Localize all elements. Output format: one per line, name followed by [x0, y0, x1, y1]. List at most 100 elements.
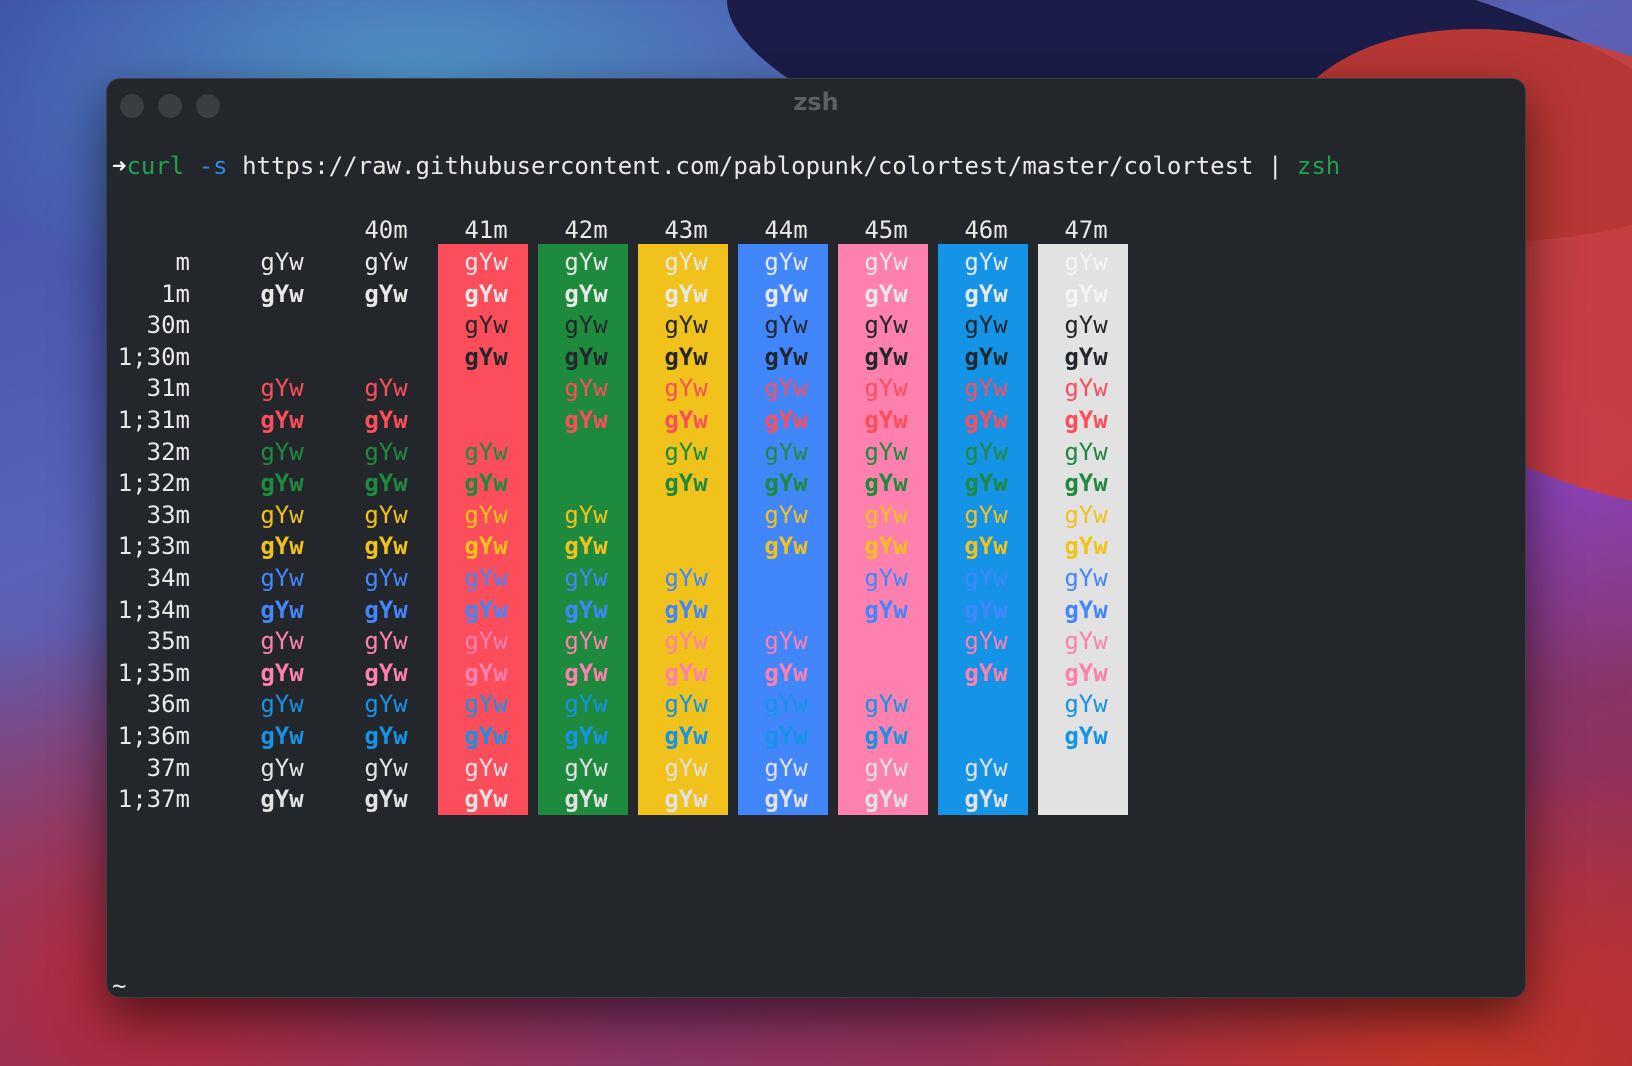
color-sample: gYw	[764, 311, 808, 340]
color-sample: gYw	[964, 658, 1008, 687]
color-sample: gYw	[464, 785, 508, 814]
color-sample: gYw	[260, 722, 304, 750]
color-sample: gYw	[564, 753, 608, 782]
color-sample: gYw	[464, 595, 508, 624]
row-label: 30m	[146, 311, 190, 340]
color-sample: gYw	[364, 248, 408, 276]
color-sample: gYw	[964, 311, 1008, 340]
color-sample: gYw	[564, 500, 608, 529]
color-sample: gYw	[764, 627, 808, 656]
color-sample: gYw	[964, 500, 1008, 529]
color-sample: gYw	[364, 627, 408, 656]
row-label: 1;33m	[117, 532, 190, 561]
color-sample: gYw	[864, 311, 908, 340]
color-sample: gYw	[764, 469, 808, 498]
color-sample: gYw	[964, 532, 1008, 561]
color-sample: gYw	[260, 437, 304, 466]
color-sample: gYw	[764, 406, 808, 434]
color-sample: gYw	[1064, 532, 1108, 561]
terminal-window[interactable]: zsh ➜curl -s https://raw.githubuserconte…	[106, 78, 1526, 998]
column-header: 40m	[364, 216, 408, 244]
terminal-content[interactable]: ➜curl -s https://raw.githubusercontent.c…	[106, 78, 1526, 998]
color-sample: gYw	[464, 564, 508, 592]
color-sample: gYw	[464, 279, 508, 308]
color-sample: gYw	[564, 595, 608, 624]
color-sample: gYw	[864, 469, 908, 498]
color-sample: gYw	[964, 437, 1008, 466]
color-sample: gYw	[260, 279, 304, 308]
column-header: 47m	[1064, 216, 1108, 244]
color-sample: gYw	[564, 722, 608, 750]
color-sample: gYw	[364, 690, 408, 719]
column-header: 46m	[964, 216, 1008, 244]
prompt-tilde: ~	[112, 972, 127, 998]
color-sample: gYw	[364, 564, 408, 592]
color-sample: gYw	[764, 690, 808, 719]
color-sample: gYw	[564, 342, 608, 371]
row-label: 34m	[146, 564, 190, 592]
color-sample: gYw	[364, 753, 408, 782]
color-sample: gYw	[1064, 311, 1108, 340]
color-sample: gYw	[260, 753, 304, 782]
color-sample: gYw	[464, 248, 508, 276]
color-sample: gYw	[664, 722, 708, 750]
color-sample: gYw	[464, 722, 508, 750]
row-label: 31m	[146, 374, 190, 403]
color-sample: gYw	[864, 564, 908, 592]
color-sample: gYw	[1064, 437, 1108, 466]
color-sample: gYw	[1064, 374, 1108, 403]
color-sample: gYw	[964, 342, 1008, 371]
color-sample: gYw	[1064, 500, 1108, 529]
color-sample: gYw	[764, 785, 808, 814]
color-sample: gYw	[260, 785, 304, 814]
color-sample: gYw	[260, 406, 304, 434]
color-sample: gYw	[464, 437, 508, 466]
color-sample: gYw	[764, 342, 808, 371]
color-sample: gYw	[464, 532, 508, 561]
color-sample: gYw	[764, 532, 808, 561]
color-sample: gYw	[464, 627, 508, 656]
color-sample: gYw	[864, 753, 908, 782]
color-sample: gYw	[764, 722, 808, 750]
color-sample: gYw	[964, 564, 1008, 592]
color-sample: gYw	[664, 627, 708, 656]
command-pipe: |	[1267, 152, 1283, 180]
color-sample: gYw	[664, 406, 708, 434]
color-sample: gYw	[364, 469, 408, 498]
color-sample: gYw	[364, 722, 408, 750]
color-sample: gYw	[564, 532, 608, 561]
color-sample: gYw	[1064, 658, 1108, 687]
color-sample: gYw	[260, 690, 304, 719]
color-sample: gYw	[464, 500, 508, 529]
color-sample: gYw	[1064, 690, 1108, 719]
color-sample: gYw	[1064, 248, 1108, 276]
color-sample: gYw	[664, 753, 708, 782]
color-sample: gYw	[764, 753, 808, 782]
color-sample: gYw	[664, 342, 708, 371]
color-sample: gYw	[364, 532, 408, 561]
color-sample: gYw	[364, 595, 408, 624]
color-sample: gYw	[464, 469, 508, 498]
color-sample: gYw	[964, 595, 1008, 624]
color-sample: gYw	[764, 437, 808, 466]
row-label: 1;34m	[117, 595, 190, 624]
row-label: 33m	[146, 500, 190, 529]
color-sample: gYw	[1064, 342, 1108, 371]
row-label: 37m	[146, 753, 190, 782]
color-sample: gYw	[464, 753, 508, 782]
color-sample: gYw	[564, 248, 608, 276]
color-sample: gYw	[564, 374, 608, 403]
color-sample: gYw	[564, 564, 608, 592]
row-label: 1;36m	[117, 722, 190, 750]
color-sample: gYw	[364, 437, 408, 466]
color-sample: gYw	[864, 690, 908, 719]
color-sample: gYw	[364, 406, 408, 434]
color-sample: gYw	[764, 374, 808, 403]
color-sample: gYw	[1064, 722, 1108, 750]
color-sample: gYw	[664, 564, 708, 592]
column-header: 44m	[764, 216, 808, 244]
color-sample: gYw	[564, 658, 608, 687]
color-sample: gYw	[864, 342, 908, 371]
color-sample: gYw	[260, 532, 304, 561]
command-shell: zsh	[1296, 152, 1341, 180]
